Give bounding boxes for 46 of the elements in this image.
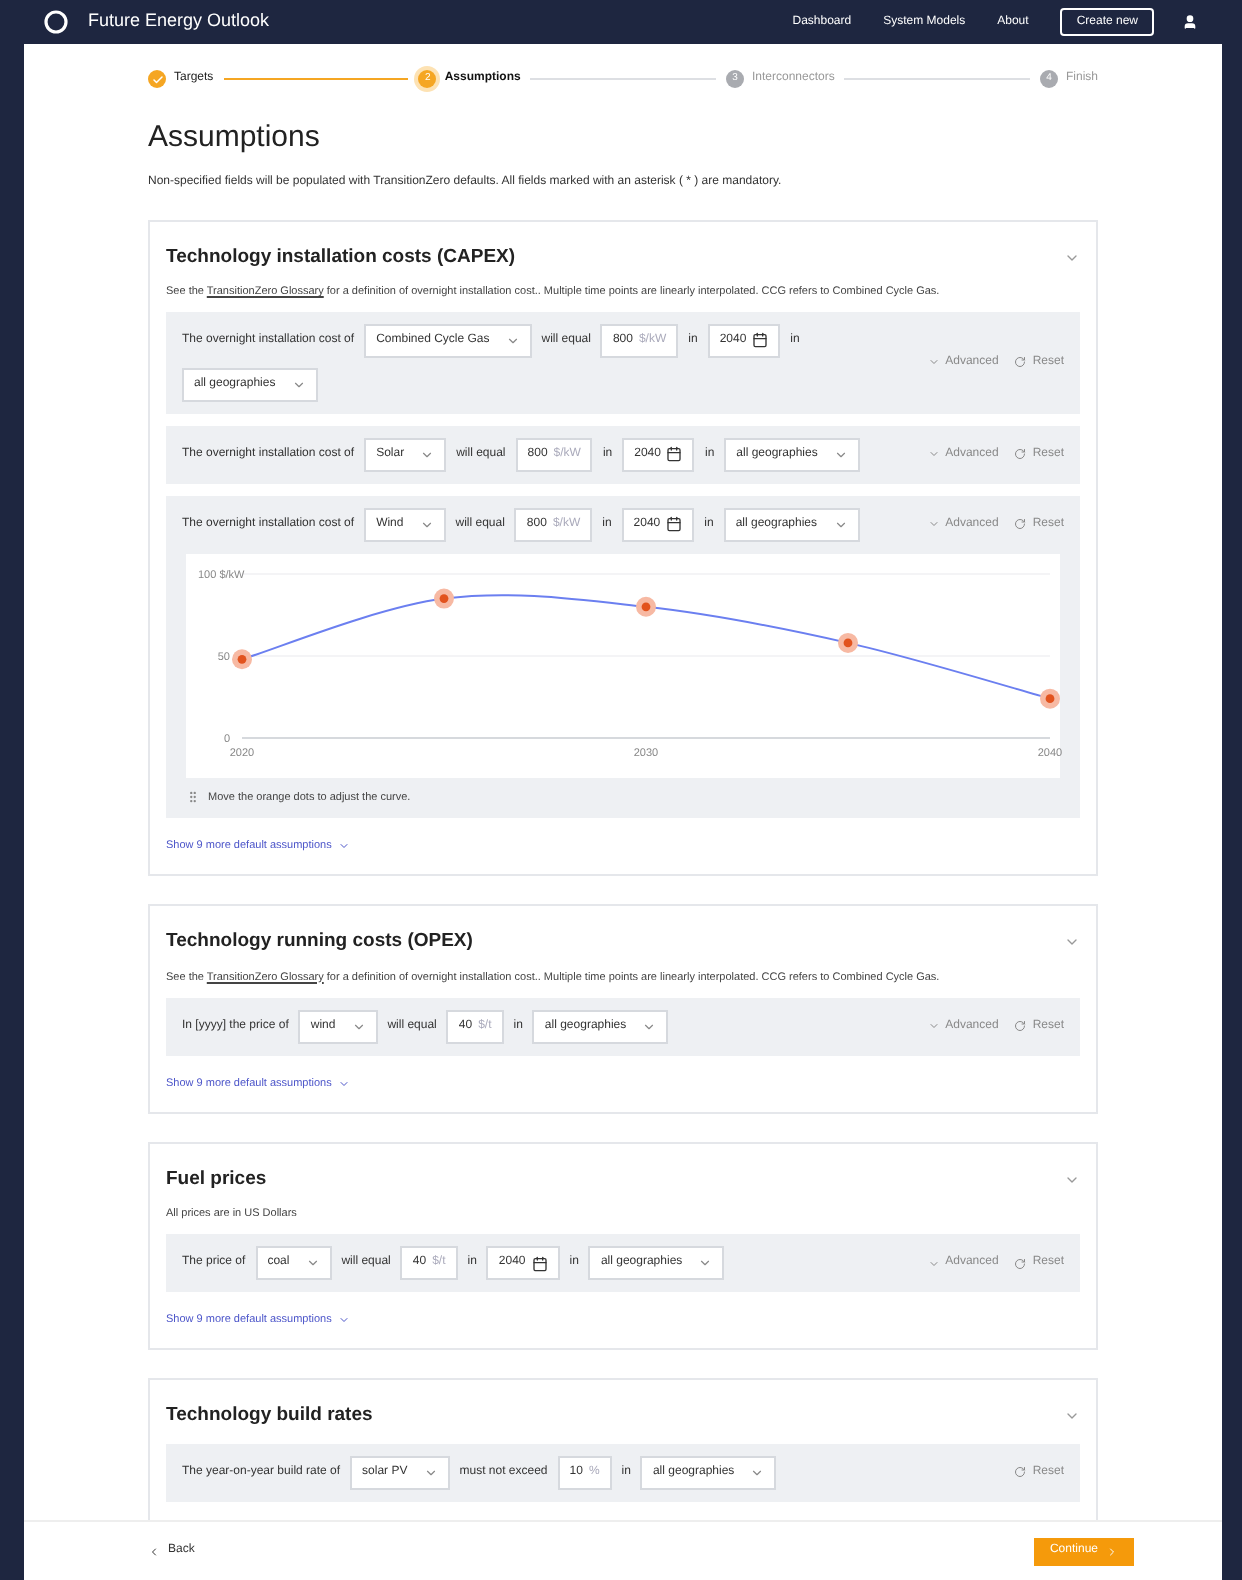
chevron-down-icon [927,518,940,531]
chevron-down-icon [642,1019,657,1033]
calendar-icon [666,446,683,463]
chevron-down-icon [337,1077,350,1090]
calendar-icon [531,1255,548,1271]
drag-point[interactable] [1040,688,1060,709]
reset-icon [1014,448,1027,461]
chevron-down-icon [337,840,350,853]
drag-point[interactable] [636,596,656,617]
drag-point[interactable] [838,632,858,653]
chevron-down-icon [423,1465,438,1479]
chevron-down-icon [927,356,940,369]
chevron-down-icon [420,447,435,462]
calendar-icon [752,332,769,349]
reset-icon [1014,518,1027,531]
drag-point[interactable] [434,588,454,609]
chevron-down-icon [305,1256,320,1270]
chevron-down-icon [351,1019,366,1033]
section-title: Fuel prices [166,1165,267,1194]
chevron-down-icon [927,1020,940,1032]
reset-icon [1014,1020,1027,1032]
section-title: Technology installation costs (CAPEX) [166,243,516,271]
reset-icon [1014,356,1027,369]
chevron-down-icon [419,517,434,532]
section-title: Technology build rates [166,1402,373,1431]
chevron-down-icon [927,448,940,461]
reset-icon [1014,1466,1027,1478]
page-title: Assumptions [148,118,322,158]
chevron-down-icon [833,517,848,532]
calendar-icon [666,516,683,533]
chevron-right-icon [1106,1545,1118,1557]
section-title: Technology running costs (OPEX) [166,928,473,957]
logo-icon [44,10,68,34]
chevron-down-icon [291,377,306,392]
chevron-down-icon [927,1257,940,1269]
chevron-down-icon [833,447,848,462]
chevron-down-icon [750,1465,765,1479]
reset-icon [1014,1257,1027,1269]
drag-point[interactable] [232,648,252,669]
chevron-left-icon [148,1545,160,1557]
grip-icon [186,790,200,805]
chevron-down-icon [698,1256,713,1270]
app-title: Future Energy Outlook [88,8,270,35]
user-icon[interactable] [1182,14,1198,30]
chevron-down-icon [505,333,520,348]
chevron-down-icon [337,1314,350,1327]
